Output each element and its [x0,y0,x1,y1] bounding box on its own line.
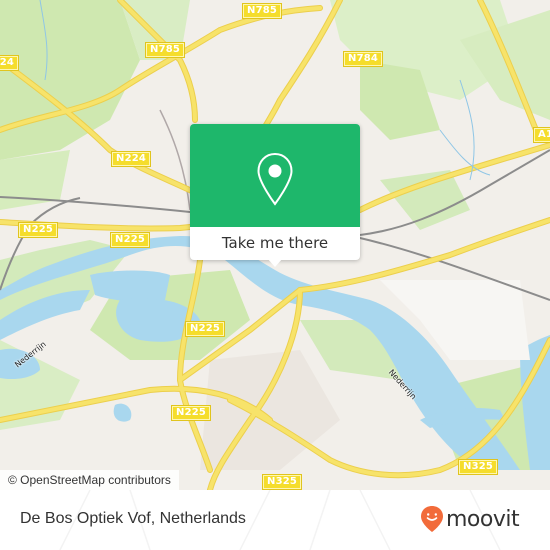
road-label-n784: N784 [342,51,384,67]
road-label-n224: N224 [110,151,152,167]
moovit-wordmark: moovit [446,506,520,532]
popup-header [190,124,360,227]
place-name: De Bos Optiek Vof, Netherlands [20,510,246,527]
location-popup: Take me there [190,124,360,267]
road-label-n225: N225 [109,232,151,248]
road-label-n224: N224 [0,55,20,71]
map-attribution[interactable]: © OpenStreetMap contributors [0,470,179,490]
road-label-a12: A12 [532,127,550,143]
map-pin-icon [257,152,293,206]
map-view[interactable]: N785 N785 N784 A12 N224 N224 N225 N225 N… [0,0,550,490]
moovit-logo[interactable]: moovit [420,505,520,533]
road-label-n225: N225 [184,321,226,337]
road-label-n325: N325 [457,459,499,475]
road-label-n225: N225 [170,405,212,421]
road-label-n785: N785 [241,3,283,19]
road-label-n325: N325 [261,474,303,490]
road-label-n225: N225 [17,222,59,238]
popup-pointer [267,258,283,267]
road-label-n785: N785 [144,42,186,58]
moovit-smile-pin-icon [421,506,443,532]
take-me-there-button[interactable]: Take me there [190,227,360,260]
